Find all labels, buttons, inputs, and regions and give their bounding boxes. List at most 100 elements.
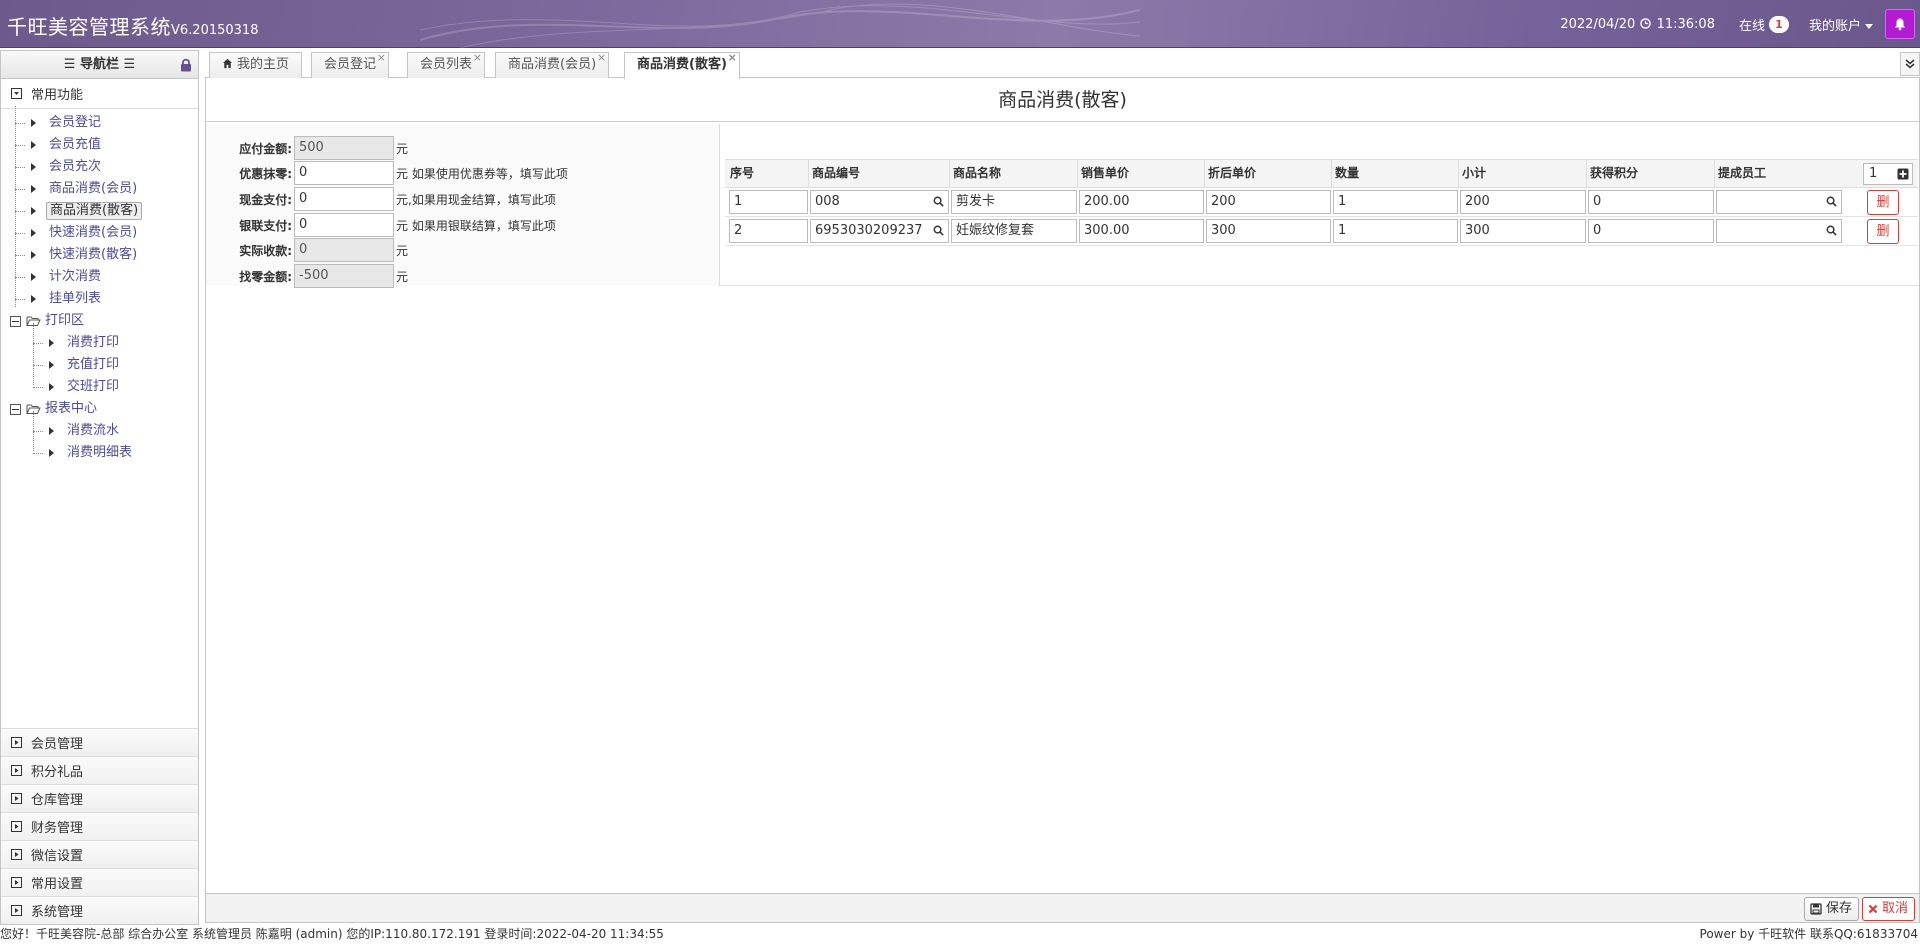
delete-row-button[interactable]: 删 (1867, 219, 1899, 244)
menu-section-4[interactable]: 微信设置 (1, 840, 198, 868)
sidebar-item-common-0[interactable]: 会员登记 (1, 112, 198, 134)
payment-input-2[interactable]: 0 (294, 187, 394, 211)
account-menu[interactable]: 我的账户 (1809, 15, 1873, 34)
caret-right-icon (31, 229, 36, 237)
sidebar-item-print-0[interactable]: 消费打印 (1, 332, 198, 354)
cell-8[interactable] (1716, 190, 1842, 214)
home-icon (222, 58, 233, 69)
sidebar-item-common-8[interactable]: 挂单列表 (1, 288, 198, 310)
tab-1[interactable]: 会员登记 × (311, 51, 390, 78)
close-tab-icon[interactable]: × (377, 46, 386, 70)
caret-right-icon (49, 427, 54, 435)
cell-5[interactable]: 1 (1333, 190, 1458, 214)
notification-button[interactable] (1885, 9, 1915, 39)
close-tab-icon[interactable]: × (473, 46, 482, 70)
close-tab-icon[interactable]: × (597, 46, 606, 70)
add-row-control[interactable]: 1 (1863, 163, 1913, 185)
collapse-toggle-icon[interactable] (10, 403, 21, 415)
cell-text: 1 (1338, 223, 1347, 238)
cancel-button[interactable]: 取消 (1861, 897, 1915, 921)
menu-section-2[interactable]: 仓库管理 (1, 784, 198, 812)
payment-input-3[interactable]: 0 (294, 213, 394, 237)
tree-connector (15, 145, 25, 146)
menu-section-label: 财务管理 (31, 821, 84, 836)
status-powered-by: Power by 千旺软件 联系QQ:61833704 (1699, 927, 1918, 941)
cell-6[interactable]: 300 (1460, 219, 1586, 243)
close-tab-icon[interactable]: × (728, 46, 737, 70)
save-button[interactable]: 保存 (1803, 897, 1859, 921)
cell-text: 300 (1465, 223, 1490, 238)
sidebar-item-common-4[interactable]: 商品消费(散客) (1, 200, 198, 222)
cell-0[interactable]: 2 (729, 219, 808, 243)
search-icon[interactable] (933, 196, 944, 207)
cell-8[interactable] (1716, 219, 1842, 243)
cell-1[interactable]: 008 (810, 190, 949, 214)
cell-3[interactable]: 200.00 (1079, 190, 1204, 214)
tab-scroll-button[interactable] (1900, 52, 1920, 76)
sidebar-item-report-0[interactable]: 消费流水 (1, 420, 198, 442)
sidebar-item-report-1[interactable]: 消费明细表 (1, 442, 198, 464)
payment-input-1[interactable]: 0 (294, 161, 394, 185)
cell-6[interactable]: 200 (1460, 190, 1586, 214)
action-toolbar: 保存 取消 (205, 893, 1920, 923)
tab-3[interactable]: 商品消费(会员) × (495, 51, 610, 78)
tab-4[interactable]: 商品消费(散客) × (624, 51, 740, 79)
cell-text: 妊娠纹修复套 (956, 223, 1035, 238)
collapse-toggle-icon[interactable] (10, 315, 21, 327)
delete-row-button[interactable]: 删 (1867, 190, 1899, 215)
sidebar-item-label: 快速消费(会员) (49, 225, 138, 240)
cell-2[interactable]: 妊娠纹修复套 (951, 219, 1077, 243)
payment-input-4: 0 (294, 238, 394, 262)
sidebar: ☰ 导航栏 ☰ 常用功能 会员登记 会员充值 会员充次 商品消费(会员) 商品消费(散客… (0, 50, 199, 925)
cell-1[interactable]: 6953030209237 (810, 219, 949, 243)
sidebar-item-common-2[interactable]: 会员充次 (1, 156, 198, 178)
sidebar-item-common-5[interactable]: 快速消费(会员) (1, 222, 198, 244)
sidebar-item-print-2[interactable]: 交班打印 (1, 376, 198, 398)
add-row-count[interactable]: 1 (1869, 166, 1877, 181)
cell-7[interactable]: 0 (1588, 219, 1714, 243)
cell-4[interactable]: 200 (1206, 190, 1331, 214)
online-count-badge: 1 (1768, 15, 1789, 33)
sidebar-item-common-6[interactable]: 快速消费(散客) (1, 244, 198, 266)
cell-text: 008 (815, 194, 840, 209)
menu-section-label: 积分礼品 (31, 765, 84, 780)
menu-section-0[interactable]: 会员管理 (1, 728, 198, 756)
sidebar-item-common-3[interactable]: 商品消费(会员) (1, 178, 198, 200)
item-table: 序号 商品编号 商品名称 销售单价 折后单价 数量 小计 获得积分 提成员工 1 1 008 剪发卡 2… (725, 159, 1918, 246)
search-icon[interactable] (933, 225, 944, 236)
payment-row-2: 现金支付: 0 元,如果用现金结算，填写此项 (206, 187, 556, 211)
expand-icon (11, 821, 22, 832)
plus-icon[interactable] (1897, 168, 1909, 180)
sidebar-folder-print[interactable]: 打印区 (1, 310, 198, 332)
menu-section-5[interactable]: 常用设置 (1, 868, 198, 896)
column-header: 数量 (1331, 160, 1458, 187)
tab-0[interactable]: 我的主页 (209, 52, 303, 78)
cell-5[interactable]: 1 (1333, 219, 1458, 243)
sidebar-header: ☰ 导航栏 ☰ (1, 51, 198, 79)
table-row: 1 008 剪发卡 200.00 200 1 200 0 删 (725, 188, 1918, 217)
menu-common-functions[interactable]: 常用功能 (1, 79, 198, 109)
menu-section-6[interactable]: 系统管理 (1, 896, 198, 924)
cell-3[interactable]: 300.00 (1079, 219, 1204, 243)
sidebar-item-label: 商品消费(散客) (46, 202, 143, 220)
cell-0[interactable]: 1 (729, 190, 808, 214)
search-icon[interactable] (1826, 196, 1837, 207)
sidebar-item-print-1[interactable]: 充值打印 (1, 354, 198, 376)
sidebar-folder-report[interactable]: 报表中心 (1, 398, 198, 420)
menu-section-1[interactable]: 积分礼品 (1, 756, 198, 784)
cell-2[interactable]: 剪发卡 (951, 190, 1077, 214)
menu-section-label: 微信设置 (31, 849, 84, 864)
search-icon[interactable] (1826, 225, 1837, 236)
caret-right-icon (31, 185, 36, 193)
sidebar-item-common-7[interactable]: 计次消费 (1, 266, 198, 288)
menu-section-3[interactable]: 财务管理 (1, 812, 198, 840)
tab-2[interactable]: 会员列表 × (407, 51, 486, 78)
payment-label: 找零金额: (239, 269, 292, 284)
cell-7[interactable]: 0 (1588, 190, 1714, 214)
lock-icon[interactable] (180, 58, 192, 72)
online-users[interactable]: 在线 1 (1739, 15, 1789, 34)
tree-connector (15, 299, 25, 300)
cell-4[interactable]: 300 (1206, 219, 1331, 243)
sidebar-item-common-1[interactable]: 会员充值 (1, 134, 198, 156)
expand-icon (11, 765, 22, 776)
